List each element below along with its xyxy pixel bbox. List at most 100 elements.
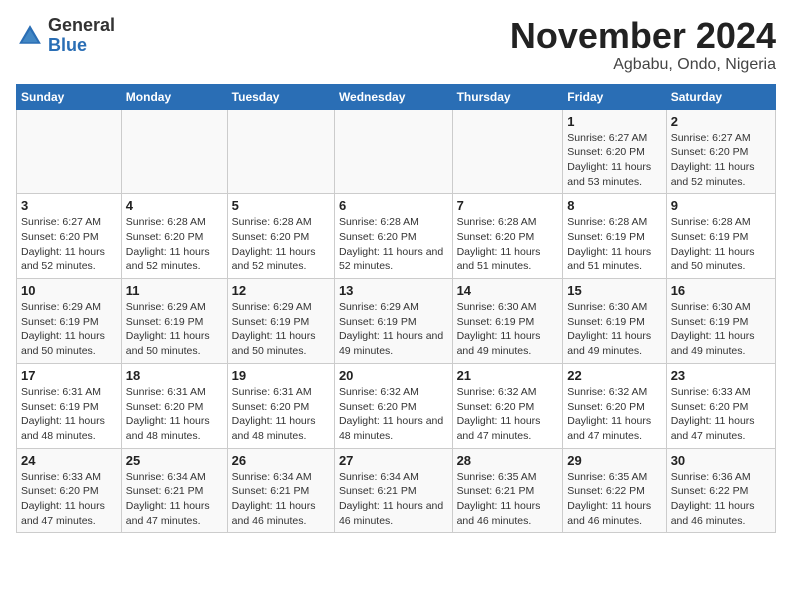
calendar-cell: 22 Sunrise: 6:32 AM Sunset: 6:20 PM Dayli… [563, 363, 666, 448]
day-number: 19 [232, 368, 330, 383]
calendar-cell: 21Sunrise: 6:32 AM Sunset: 6:20 PM Dayli… [452, 363, 563, 448]
calendar-week-3: 10Sunrise: 6:29 AM Sunset: 6:19 PM Dayli… [17, 279, 776, 364]
calendar-cell: 1 Sunrise: 6:27 AM Sunset: 6:20 PM Daylig… [563, 109, 666, 194]
day-info: Sunrise: 6:27 AM Sunset: 6:20 PM Dayligh… [567, 131, 661, 190]
day-info: Sunrise: 6:30 AM Sunset: 6:19 PM Dayligh… [457, 300, 559, 359]
title-block: November 2024 Agbabu, Ondo, Nigeria [510, 16, 776, 74]
day-info: Sunrise: 6:33 AM Sunset: 6:20 PM Dayligh… [21, 470, 117, 529]
day-number: 1 [567, 114, 661, 129]
calendar-cell: 26 Sunrise: 6:34 AM Sunset: 6:21 PM Dayli… [227, 448, 334, 533]
day-info: Sunrise: 6:34 AM Sunset: 6:21 PM Dayligh… [339, 470, 448, 529]
day-number: 23 [671, 368, 771, 383]
calendar-cell: 12 Sunrise: 6:29 AM Sunset: 6:19 PM Dayli… [227, 279, 334, 364]
day-number: 8 [567, 198, 661, 213]
calendar-cell: 11Sunrise: 6:29 AM Sunset: 6:19 PM Dayli… [121, 279, 227, 364]
day-info: Sunrise: 6:36 AM Sunset: 6:22 PM Dayligh… [671, 470, 771, 529]
day-info: Sunrise: 6:28 AM Sunset: 6:20 PM Dayligh… [339, 215, 448, 274]
calendar-cell: 23 Sunrise: 6:33 AM Sunset: 6:20 PM Dayli… [666, 363, 775, 448]
calendar-cell: 18Sunrise: 6:31 AM Sunset: 6:20 PM Dayli… [121, 363, 227, 448]
day-number: 15 [567, 283, 661, 298]
logo-general: General [48, 16, 115, 36]
day-number: 12 [232, 283, 330, 298]
day-info: Sunrise: 6:28 AM Sunset: 6:20 PM Dayligh… [457, 215, 559, 274]
calendar-cell: 9Sunrise: 6:28 AM Sunset: 6:19 PM Daylig… [666, 194, 775, 279]
month-title: November 2024 [510, 16, 776, 56]
day-header-friday: Friday [563, 84, 666, 109]
calendar-cell: 19 Sunrise: 6:31 AM Sunset: 6:20 PM Dayli… [227, 363, 334, 448]
day-header-saturday: Saturday [666, 84, 775, 109]
calendar-cell: 28 Sunrise: 6:35 AM Sunset: 6:21 PM Dayli… [452, 448, 563, 533]
day-info: Sunrise: 6:31 AM Sunset: 6:20 PM Dayligh… [232, 385, 330, 444]
calendar-cell: 7 Sunrise: 6:28 AM Sunset: 6:20 PM Daylig… [452, 194, 563, 279]
calendar-cell: 29Sunrise: 6:35 AM Sunset: 6:22 PM Dayli… [563, 448, 666, 533]
page-header: General Blue November 2024 Agbabu, Ondo,… [16, 16, 776, 74]
day-info: Sunrise: 6:29 AM Sunset: 6:19 PM Dayligh… [21, 300, 117, 359]
calendar-cell: 25 Sunrise: 6:34 AM Sunset: 6:21 PM Dayli… [121, 448, 227, 533]
day-info: Sunrise: 6:33 AM Sunset: 6:20 PM Dayligh… [671, 385, 771, 444]
day-number: 4 [126, 198, 223, 213]
logo: General Blue [16, 16, 115, 56]
day-info: Sunrise: 6:28 AM Sunset: 6:20 PM Dayligh… [126, 215, 223, 274]
calendar-cell: 20Sunrise: 6:32 AM Sunset: 6:20 PM Dayli… [334, 363, 452, 448]
day-info: Sunrise: 6:28 AM Sunset: 6:20 PM Dayligh… [232, 215, 330, 274]
day-info: Sunrise: 6:32 AM Sunset: 6:20 PM Dayligh… [339, 385, 448, 444]
calendar-week-4: 17Sunrise: 6:31 AM Sunset: 6:19 PM Dayli… [17, 363, 776, 448]
calendar-week-5: 24Sunrise: 6:33 AM Sunset: 6:20 PM Dayli… [17, 448, 776, 533]
day-number: 2 [671, 114, 771, 129]
day-info: Sunrise: 6:35 AM Sunset: 6:21 PM Dayligh… [457, 470, 559, 529]
calendar-body: 1 Sunrise: 6:27 AM Sunset: 6:20 PM Daylig… [17, 109, 776, 533]
day-number: 17 [21, 368, 117, 383]
day-number: 3 [21, 198, 117, 213]
day-number: 9 [671, 198, 771, 213]
day-info: Sunrise: 6:34 AM Sunset: 6:21 PM Dayligh… [232, 470, 330, 529]
day-number: 26 [232, 453, 330, 468]
day-number: 30 [671, 453, 771, 468]
day-number: 18 [126, 368, 223, 383]
calendar-cell [17, 109, 122, 194]
calendar-cell: 4 Sunrise: 6:28 AM Sunset: 6:20 PM Daylig… [121, 194, 227, 279]
calendar-cell: 24Sunrise: 6:33 AM Sunset: 6:20 PM Dayli… [17, 448, 122, 533]
calendar-cell [452, 109, 563, 194]
calendar-cell: 30 Sunrise: 6:36 AM Sunset: 6:22 PM Dayli… [666, 448, 775, 533]
calendar-week-2: 3 Sunrise: 6:27 AM Sunset: 6:20 PM Daylig… [17, 194, 776, 279]
day-info: Sunrise: 6:34 AM Sunset: 6:21 PM Dayligh… [126, 470, 223, 529]
day-info: Sunrise: 6:35 AM Sunset: 6:22 PM Dayligh… [567, 470, 661, 529]
day-info: Sunrise: 6:30 AM Sunset: 6:19 PM Dayligh… [567, 300, 661, 359]
logo-blue: Blue [48, 36, 115, 56]
calendar-cell: 16 Sunrise: 6:30 AM Sunset: 6:19 PM Dayli… [666, 279, 775, 364]
calendar-cell: 8 Sunrise: 6:28 AM Sunset: 6:19 PM Daylig… [563, 194, 666, 279]
logo-icon [16, 22, 44, 50]
calendar-cell: 10Sunrise: 6:29 AM Sunset: 6:19 PM Dayli… [17, 279, 122, 364]
day-number: 11 [126, 283, 223, 298]
calendar-cell: 2Sunrise: 6:27 AM Sunset: 6:20 PM Daylig… [666, 109, 775, 194]
day-info: Sunrise: 6:29 AM Sunset: 6:19 PM Dayligh… [339, 300, 448, 359]
day-header-wednesday: Wednesday [334, 84, 452, 109]
calendar-cell: 27 Sunrise: 6:34 AM Sunset: 6:21 PM Dayli… [334, 448, 452, 533]
calendar-table: SundayMondayTuesdayWednesdayThursdayFrid… [16, 84, 776, 534]
day-header-tuesday: Tuesday [227, 84, 334, 109]
day-number: 25 [126, 453, 223, 468]
day-number: 27 [339, 453, 448, 468]
calendar-cell: 5 Sunrise: 6:28 AM Sunset: 6:20 PM Daylig… [227, 194, 334, 279]
day-number: 5 [232, 198, 330, 213]
day-header-sunday: Sunday [17, 84, 122, 109]
calendar-cell: 14Sunrise: 6:30 AM Sunset: 6:19 PM Dayli… [452, 279, 563, 364]
day-info: Sunrise: 6:27 AM Sunset: 6:20 PM Dayligh… [21, 215, 117, 274]
day-number: 22 [567, 368, 661, 383]
calendar-cell [227, 109, 334, 194]
logo-text: General Blue [48, 16, 115, 56]
day-info: Sunrise: 6:32 AM Sunset: 6:20 PM Dayligh… [567, 385, 661, 444]
day-info: Sunrise: 6:29 AM Sunset: 6:19 PM Dayligh… [232, 300, 330, 359]
calendar-week-1: 1 Sunrise: 6:27 AM Sunset: 6:20 PM Daylig… [17, 109, 776, 194]
calendar-cell [334, 109, 452, 194]
day-number: 13 [339, 283, 448, 298]
calendar-header-row: SundayMondayTuesdayWednesdayThursdayFrid… [17, 84, 776, 109]
day-number: 28 [457, 453, 559, 468]
calendar-cell: 6Sunrise: 6:28 AM Sunset: 6:20 PM Daylig… [334, 194, 452, 279]
calendar-cell: 15 Sunrise: 6:30 AM Sunset: 6:19 PM Dayli… [563, 279, 666, 364]
day-number: 7 [457, 198, 559, 213]
day-info: Sunrise: 6:28 AM Sunset: 6:19 PM Dayligh… [567, 215, 661, 274]
location: Agbabu, Ondo, Nigeria [510, 56, 776, 74]
day-info: Sunrise: 6:30 AM Sunset: 6:19 PM Dayligh… [671, 300, 771, 359]
day-number: 16 [671, 283, 771, 298]
